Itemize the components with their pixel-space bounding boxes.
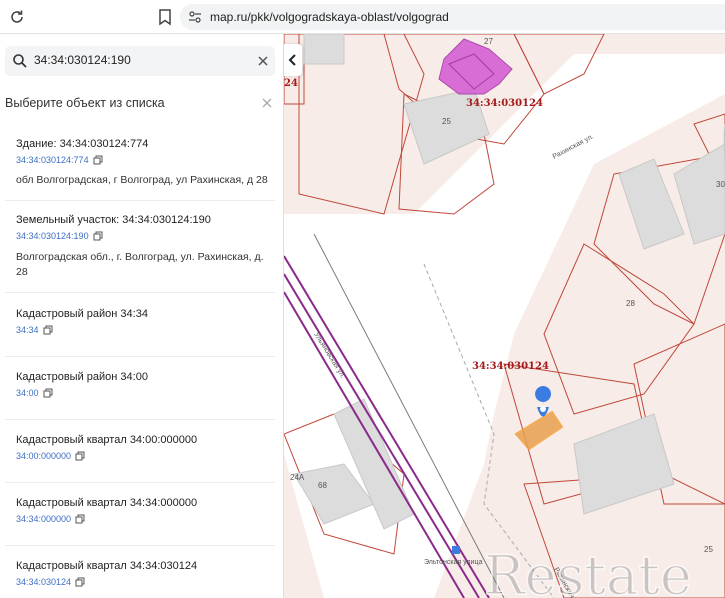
svg-text:25: 25 xyxy=(704,545,713,554)
item-link[interactable]: 34:34 xyxy=(16,325,53,335)
item-link[interactable]: 34:00:000000 xyxy=(16,451,85,461)
close-icon[interactable] xyxy=(261,97,273,109)
watermark: Restate xyxy=(484,544,692,598)
collapse-panel-button[interactable] xyxy=(284,44,302,76)
item-title: Кадастровый квартал 34:34:000000 xyxy=(16,497,198,509)
item-title: Кадастровый квартал 34:00:000000 xyxy=(16,434,198,446)
divider xyxy=(5,200,275,201)
search-box xyxy=(5,46,275,76)
list-item[interactable]: Кадастровый район 34:00 34:00 xyxy=(0,367,276,417)
item-title: Кадастровый квартал 34:34:030124 xyxy=(16,560,198,572)
chevron-left-icon xyxy=(288,54,296,66)
item-title: Здание: 34:34:030124:774 xyxy=(16,138,149,150)
svg-text:27: 27 xyxy=(484,37,493,46)
divider xyxy=(5,419,275,420)
item-title: Кадастровый район 34:00 xyxy=(16,371,148,383)
svg-text:30: 30 xyxy=(716,180,725,189)
copy-icon[interactable] xyxy=(93,155,103,165)
item-link[interactable]: 34:34:000000 xyxy=(16,514,85,524)
site-settings-icon[interactable] xyxy=(188,10,202,24)
results-panel: Выберите объект из списка Здание: 34:34:… xyxy=(0,34,284,598)
reload-icon[interactable] xyxy=(8,8,26,26)
cadastral-map[interactable]: 24 34:34:030124 34:34:030124 27 25 30 28… xyxy=(284,34,725,598)
item-link[interactable]: 34:34:030124 xyxy=(16,577,85,587)
svg-text:24A: 24A xyxy=(290,473,305,482)
item-title: Земельный участок: 34:34:030124:190 xyxy=(16,214,211,226)
item-link[interactable]: 34:00 xyxy=(16,388,53,398)
bookmark-icon[interactable] xyxy=(157,8,173,26)
item-link[interactable]: 34:34:030124:774 xyxy=(16,155,103,165)
list-item[interactable]: Кадастровый квартал 34:34:000000 34:34:0… xyxy=(0,493,276,543)
list-item[interactable]: Земельный участок: 34:34:030124:190 34:3… xyxy=(0,210,276,300)
list-item[interactable]: Здание: 34:34:030124:774 34:34:030124:77… xyxy=(0,134,276,204)
item-link[interactable]: 34:34:030124:190 xyxy=(16,231,103,241)
list-title: Выберите объект из списка xyxy=(5,96,165,110)
svg-text:68: 68 xyxy=(318,481,327,490)
list-item[interactable]: Кадастровый район 34:34 34:34 xyxy=(0,304,276,354)
svg-text:25: 25 xyxy=(442,117,451,126)
copy-icon[interactable] xyxy=(93,231,103,241)
browser-toolbar: map.ru/pkk/volgogradskaya-oblast/volgogr… xyxy=(0,0,725,34)
address-bar[interactable]: map.ru/pkk/volgogradskaya-oblast/volgogr… xyxy=(180,4,725,30)
copy-icon[interactable] xyxy=(43,388,53,398)
bus-stop-icon[interactable] xyxy=(452,546,460,554)
divider xyxy=(5,356,275,357)
item-address: Волгоградская обл., г. Волгоград, ул. Ра… xyxy=(16,251,264,278)
divider xyxy=(5,545,275,546)
item-title: Кадастровый район 34:34 xyxy=(16,308,148,320)
copy-icon[interactable] xyxy=(75,577,85,587)
quarter-label-mid: 34:34:030124 xyxy=(472,361,549,372)
svg-text:28: 28 xyxy=(626,299,635,308)
divider xyxy=(5,482,275,483)
url-text: map.ru/pkk/volgogradskaya-oblast/volgogr… xyxy=(210,10,449,24)
svg-text:Эльтонская улица: Эльтонская улица xyxy=(424,559,483,566)
divider xyxy=(5,292,275,293)
map-canvas[interactable]: 24 34:34:030124 34:34:030124 27 25 30 28… xyxy=(284,34,725,598)
map-edge-label: 24 xyxy=(284,78,298,89)
copy-icon[interactable] xyxy=(43,325,53,335)
copy-icon[interactable] xyxy=(75,514,85,524)
item-address: обл Волгоградская, г Волгоград, ул Рахин… xyxy=(16,174,268,186)
search-input[interactable] xyxy=(34,53,234,67)
copy-icon[interactable] xyxy=(75,451,85,461)
list-item[interactable]: Кадастровый квартал 34:34:030124 34:34:0… xyxy=(0,556,276,598)
search-icon xyxy=(13,54,27,68)
clear-search-icon[interactable] xyxy=(256,54,270,68)
list-item[interactable]: Кадастровый квартал 34:00:000000 34:00:0… xyxy=(0,430,276,480)
quarter-label-top: 34:34:030124 xyxy=(466,98,543,109)
